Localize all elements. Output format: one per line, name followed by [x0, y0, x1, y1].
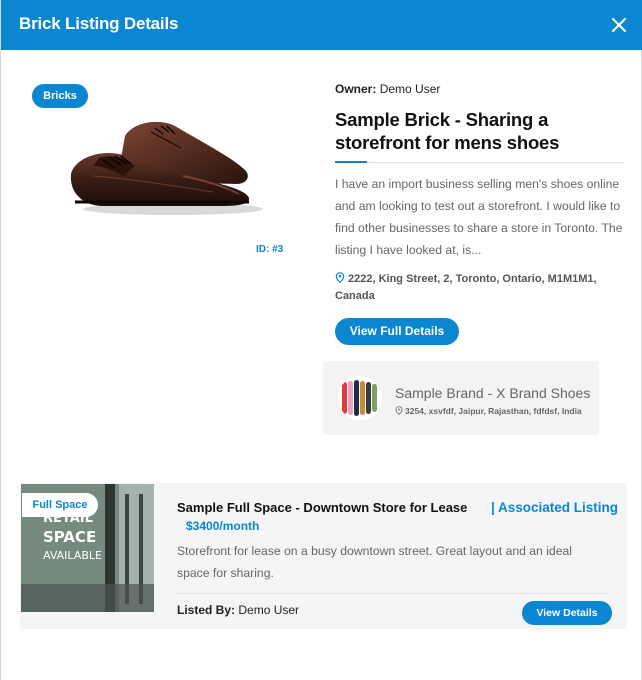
brick-address: 2222, King Street, 2, Toronto, Ontario, …	[335, 271, 625, 305]
listed-by-label: Listed By:	[177, 603, 236, 617]
space-divider	[177, 593, 607, 594]
brick-title: Sample Brick - Sharing a storefront for …	[335, 109, 560, 153]
title-divider-accent	[335, 161, 367, 163]
view-full-details-button[interactable]: View Full Details	[335, 318, 459, 345]
view-details-button[interactable]: View Details	[522, 601, 612, 625]
location-pin-icon	[395, 406, 403, 415]
brand-address-text: 3254, xsvfdf, Jaipur, Rajasthan, fdfdsf,…	[405, 406, 582, 416]
location-pin-icon	[335, 272, 345, 283]
modal-title: Brick Listing Details	[19, 14, 179, 33]
brand-card[interactable]: Sample Brand - X Brand Shoes 3254, xsvfd…	[323, 361, 599, 435]
listed-by-name: Demo User	[238, 603, 300, 617]
storefront-text-3: AVAILABLE	[43, 549, 102, 562]
close-icon[interactable]	[609, 15, 629, 35]
owner-line: Owner: Demo User	[335, 82, 440, 96]
shoe-image	[70, 121, 263, 215]
brick-address-text: 2222, King Street, 2, Toronto, Ontario, …	[335, 273, 597, 302]
storefront-text-2: SPACE	[43, 528, 96, 546]
listing-id: ID: #3	[256, 244, 284, 255]
space-description: Storefront for lease on a busy downtown …	[177, 544, 572, 580]
owner-label: Owner:	[335, 82, 377, 96]
associated-space-card: RETAIL SPACE AVAILABLE Full Space Sample…	[20, 483, 627, 629]
listed-by-line: Listed By: Demo User	[177, 603, 299, 617]
bricks-badge: Bricks	[32, 84, 88, 108]
brick-listing-modal: Brick Listing Details Bricks ID: #3 Owne…	[0, 0, 642, 680]
space-title[interactable]: Sample Full Space - Downtown Store for L…	[177, 500, 467, 515]
owner-name: Demo User	[379, 82, 441, 96]
space-price: $3400/month	[186, 519, 260, 533]
brand-address: 3254, xsvfdf, Jaipur, Rajasthan, fdfdsf,…	[395, 406, 582, 416]
modal-header: Brick Listing Details	[1, 0, 642, 50]
brick-description: I have an import business selling men's …	[335, 177, 623, 257]
associated-listing-label: | Associated Listing	[491, 500, 619, 515]
brand-name: Sample Brand - X Brand Shoes	[395, 385, 591, 401]
brand-logo	[338, 376, 382, 420]
full-space-badge: Full Space	[22, 493, 98, 517]
title-divider	[335, 162, 625, 163]
